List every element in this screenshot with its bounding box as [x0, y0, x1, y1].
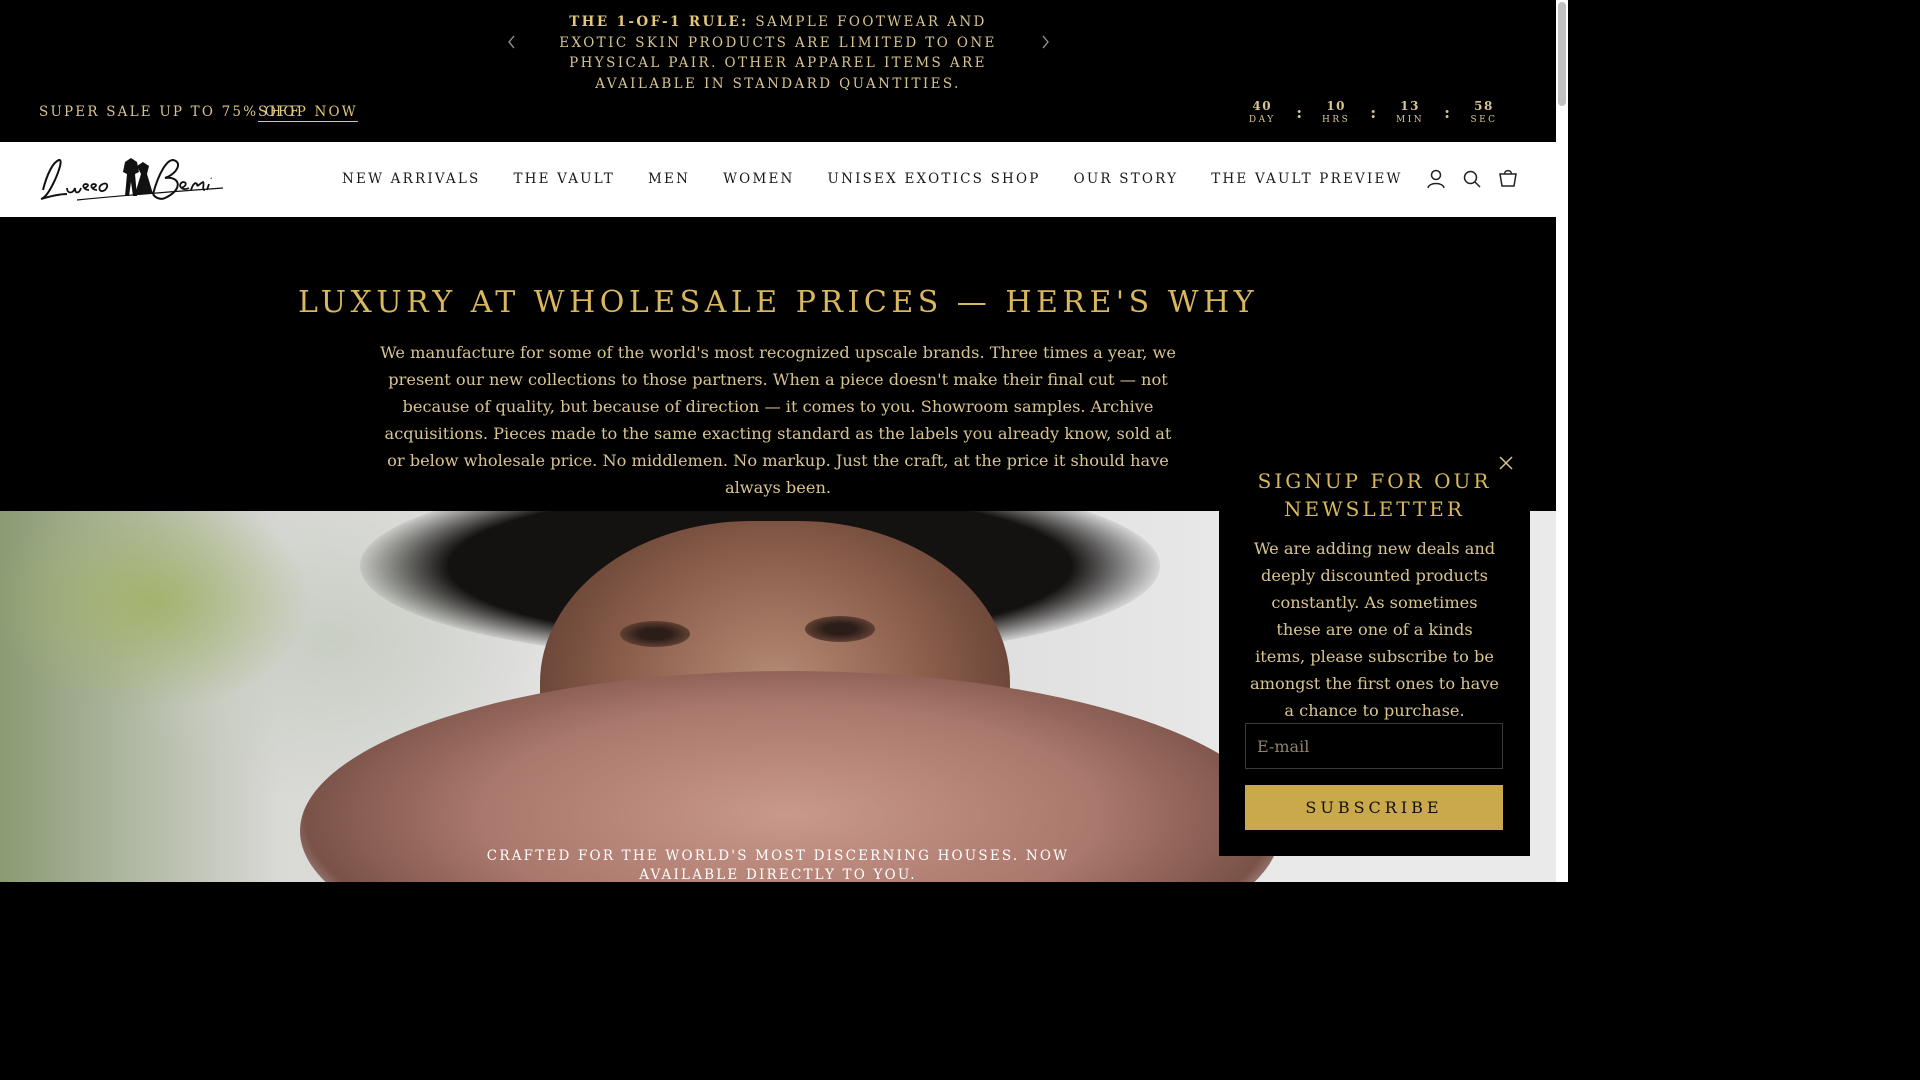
- scrollbar-thumb[interactable]: [1558, 2, 1566, 106]
- chevron-right-icon[interactable]: [1037, 33, 1053, 51]
- countdown-separator: :: [1370, 103, 1377, 122]
- main-nav: NEW ARRIVALS THE VAULT MEN WOMEN UNISEX …: [342, 171, 1403, 187]
- countdown-separator: :: [1296, 103, 1303, 122]
- hero-image-eye: [620, 621, 690, 647]
- page-scrollbar[interactable]: [1556, 0, 1568, 882]
- site-header: NEW ARRIVALS THE VAULT MEN WOMEN UNISEX …: [0, 142, 1556, 217]
- newsletter-body: We are adding new deals and deeply disco…: [1249, 539, 1500, 720]
- hero-image-eye: [805, 616, 875, 642]
- countdown-hrs: 10 HRS: [1316, 99, 1356, 125]
- newsletter-title: SIGNUP FOR OUR NEWSLETTER: [1257, 469, 1492, 521]
- nav-unisex-exotics-shop[interactable]: UNISEX EXOTICS SHOP: [828, 171, 1041, 187]
- newsletter-popup: SIGNUP FOR OUR NEWSLETTER We are adding …: [1219, 443, 1530, 856]
- nav-the-vault-preview[interactable]: THE VAULT PREVIEW: [1211, 171, 1402, 187]
- countdown-sec: 58 SEC: [1464, 99, 1504, 125]
- search-icon[interactable]: [1462, 168, 1482, 190]
- countdown-day: 40 DAY: [1242, 99, 1282, 125]
- brand-logo[interactable]: [37, 154, 227, 204]
- why-body: We manufacture for some of the world's m…: [380, 343, 1176, 497]
- subscribe-button[interactable]: SUBSCRIBE: [1245, 785, 1503, 830]
- nav-women[interactable]: WOMEN: [723, 171, 794, 187]
- announcement-rule-label: THE 1-OF-1 RULE:: [569, 14, 749, 30]
- countdown-sec-value: 58: [1474, 99, 1494, 113]
- announcement-bar: THE 1-OF-1 RULE: SAMPLE FOOTWEAR AND EXO…: [0, 0, 1556, 142]
- countdown-hrs-label: HRS: [1322, 115, 1351, 125]
- nav-the-vault[interactable]: THE VAULT: [513, 171, 615, 187]
- account-icon[interactable]: [1426, 168, 1446, 190]
- countdown-day-label: DAY: [1248, 115, 1276, 125]
- shop-now-link[interactable]: SHOP NOW: [258, 104, 358, 120]
- countdown-sec-label: SEC: [1470, 115, 1498, 125]
- nav-new-arrivals[interactable]: NEW ARRIVALS: [342, 171, 480, 187]
- why-title: LUXURY AT WHOLESALE PRICES — HERE'S WHY: [297, 285, 1259, 320]
- countdown-separator: :: [1444, 103, 1450, 122]
- countdown-min-label: MIN: [1396, 115, 1425, 125]
- countdown-min-value: 13: [1400, 99, 1420, 113]
- nav-men[interactable]: MEN: [648, 171, 690, 187]
- hero-caption: CRAFTED FOR THE WORLD'S MOST DISCERNING …: [486, 848, 1070, 882]
- countdown-timer: 40 DAY : 10 HRS : 13 MIN : 58 SEC: [1242, 99, 1504, 125]
- countdown-hrs-value: 10: [1326, 99, 1347, 113]
- nav-our-story[interactable]: OUR STORY: [1074, 171, 1179, 187]
- cart-icon[interactable]: [1498, 168, 1518, 190]
- chevron-left-icon[interactable]: [504, 33, 520, 51]
- countdown-day-value: 40: [1252, 99, 1273, 113]
- email-field[interactable]: [1245, 723, 1503, 769]
- header-icons: [1426, 168, 1518, 190]
- countdown-min: 13 MIN: [1390, 99, 1430, 125]
- announcement-text: THE 1-OF-1 RULE: SAMPLE FOOTWEAR AND EXO…: [540, 12, 1016, 94]
